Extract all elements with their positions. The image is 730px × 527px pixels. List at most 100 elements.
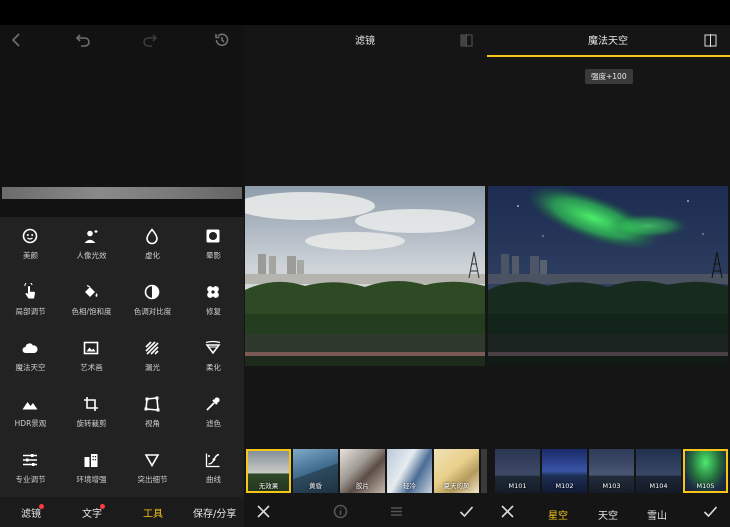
tool-detail[interactable]: 突出细节 [122,441,183,497]
close-icon[interactable] [500,504,515,519]
tool-label: 突出细节 [137,475,168,484]
contrast-icon [143,283,161,301]
tools-grid: 美颜 人像光效 虚化 晕影 局部调节 色相/饱和度 色调对比度 修复 魔法天空 … [0,217,244,497]
thumbnail-label: 夏天的风 [443,482,470,490]
menu-icon[interactable] [389,504,404,519]
redo-icon[interactable] [142,31,160,49]
tool-tone-contrast[interactable]: 色调对比度 [122,273,183,329]
drop-icon [143,227,161,245]
status-bar [0,0,730,25]
tool-rotate-crop[interactable]: 旋转裁剪 [61,385,122,441]
filter-thumbnails: 无效果 黄昏 胶片 轻冷 夏天的风 [244,447,487,495]
tool-label: 艺术画 [80,363,103,372]
sky-thumbnail[interactable]: M101 [495,449,540,493]
tool-repair[interactable]: 修复 [183,273,244,329]
check-icon[interactable] [459,504,474,519]
tool-label: 美颜 [23,251,38,260]
back-icon[interactable] [8,31,26,49]
filter-thumbnail[interactable]: 黄昏 [293,449,338,493]
tab-starry-sky[interactable]: 星空 [548,507,568,522]
tool-label: 魔法天空 [15,363,46,372]
tool-ambient-enhance[interactable]: 环境增强 [61,441,122,497]
triangle-down-icon [143,451,161,469]
tool-pro-adjust[interactable]: 专业调节 [0,441,61,497]
tool-hue-saturation[interactable]: 色相/饱和度 [61,273,122,329]
tool-perspective[interactable]: 视角 [122,385,183,441]
tool-hdr-landscape[interactable]: HDR景观 [0,385,61,441]
curves-icon [204,451,222,469]
thumbnail-label: 胶片 [356,482,369,490]
filter-thumbnail[interactable]: 夏天的风 [434,449,479,493]
crop-icon [82,395,100,413]
compare-icon[interactable] [704,32,717,47]
picture-frame-icon [82,339,100,357]
sky-thumbnail[interactable]: M102 [542,449,587,493]
sliders-icon [21,451,39,469]
image-preview-strip [2,187,242,199]
compare-icon[interactable] [460,32,473,47]
filter-header: 滤镜 [244,25,487,55]
editor-toolbar [0,25,244,55]
tool-color-filter[interactable]: 滤色 [183,385,244,441]
portrait-light-icon [82,227,100,245]
buildings-icon [82,451,100,469]
face-icon [21,227,39,245]
tool-label: 环境增强 [76,475,107,484]
tool-vignette[interactable]: 晕影 [183,217,244,273]
tab-save-share[interactable]: 保存/分享 [193,505,236,520]
sky-thumbnail[interactable]: M103 [589,449,634,493]
tab-tools[interactable]: 工具 [143,505,163,520]
perspective-icon [143,395,161,413]
filter-title: 滤镜 [355,36,375,47]
tool-beauty[interactable]: 美颜 [0,217,61,273]
strength-tooltip: 强度+100 [585,69,633,84]
editor-tabs: 滤镜 文字 工具 保存/分享 [0,497,244,527]
thumbnail-label: M104 [649,482,668,490]
tool-blur[interactable]: 虚化 [122,217,183,273]
filter-thumbnail[interactable]: 胶片 [340,449,385,493]
tool-local-adjust[interactable]: 局部调节 [0,273,61,329]
tool-soften[interactable]: 柔化 [183,329,244,385]
tool-portrait-light[interactable]: 人像光效 [61,217,122,273]
thumbnail-label: 黄昏 [309,482,322,490]
eyedropper-icon [204,395,222,413]
filter-thumbnail[interactable]: 无效果 [246,449,291,493]
undo-icon[interactable] [73,31,91,49]
tool-magic-sky[interactable]: 魔法天空 [0,329,61,385]
tool-label: 专业调节 [15,475,46,484]
tab-filter[interactable]: 滤镜 [21,505,41,520]
filter-panel: 滤镜 无效果 黄昏 胶片 轻冷 夏天的风 [244,25,487,527]
light-leak-icon [143,339,161,357]
tab-sky[interactable]: 天空 [598,507,618,522]
tab-text[interactable]: 文字 [82,505,102,520]
tool-label: 柔化 [206,363,221,372]
tool-art[interactable]: 艺术画 [61,329,122,385]
history-icon[interactable] [213,31,231,49]
magic-sky-panel: 魔法天空 强度+100 M101 M102 M103 M104 M105 星空 … [487,25,730,527]
thumbnail-label: M101 [508,482,527,490]
thumbnail-label: 无效果 [258,482,279,490]
thumbnail-label: 轻冷 [403,482,416,490]
info-icon[interactable] [333,504,348,519]
tab-snow-mountain[interactable]: 雪山 [647,507,667,522]
tool-label: 人像光效 [76,251,107,260]
check-icon[interactable] [703,504,718,519]
tool-label: 视角 [145,419,160,428]
close-icon[interactable] [256,504,271,519]
tool-curves[interactable]: 曲线 [183,441,244,497]
tool-light-leak[interactable]: 漏光 [122,329,183,385]
tool-label: 色调对比度 [133,307,172,316]
sky-thumbnail[interactable]: M105 [683,449,728,493]
filter-thumbnail[interactable]: 轻冷 [387,449,432,493]
filter-action-bar [244,497,487,527]
original-photo [245,186,485,366]
cloud-icon [21,339,39,357]
tool-label: 旋转裁剪 [76,419,107,428]
paint-bucket-icon [82,283,100,301]
mountain-icon [21,395,39,413]
tool-label: 虚化 [145,251,160,260]
tool-label: 修复 [206,307,221,316]
tool-label: 滤色 [206,419,221,428]
sky-thumbnail[interactable]: M104 [636,449,681,493]
new-badge [39,504,44,509]
